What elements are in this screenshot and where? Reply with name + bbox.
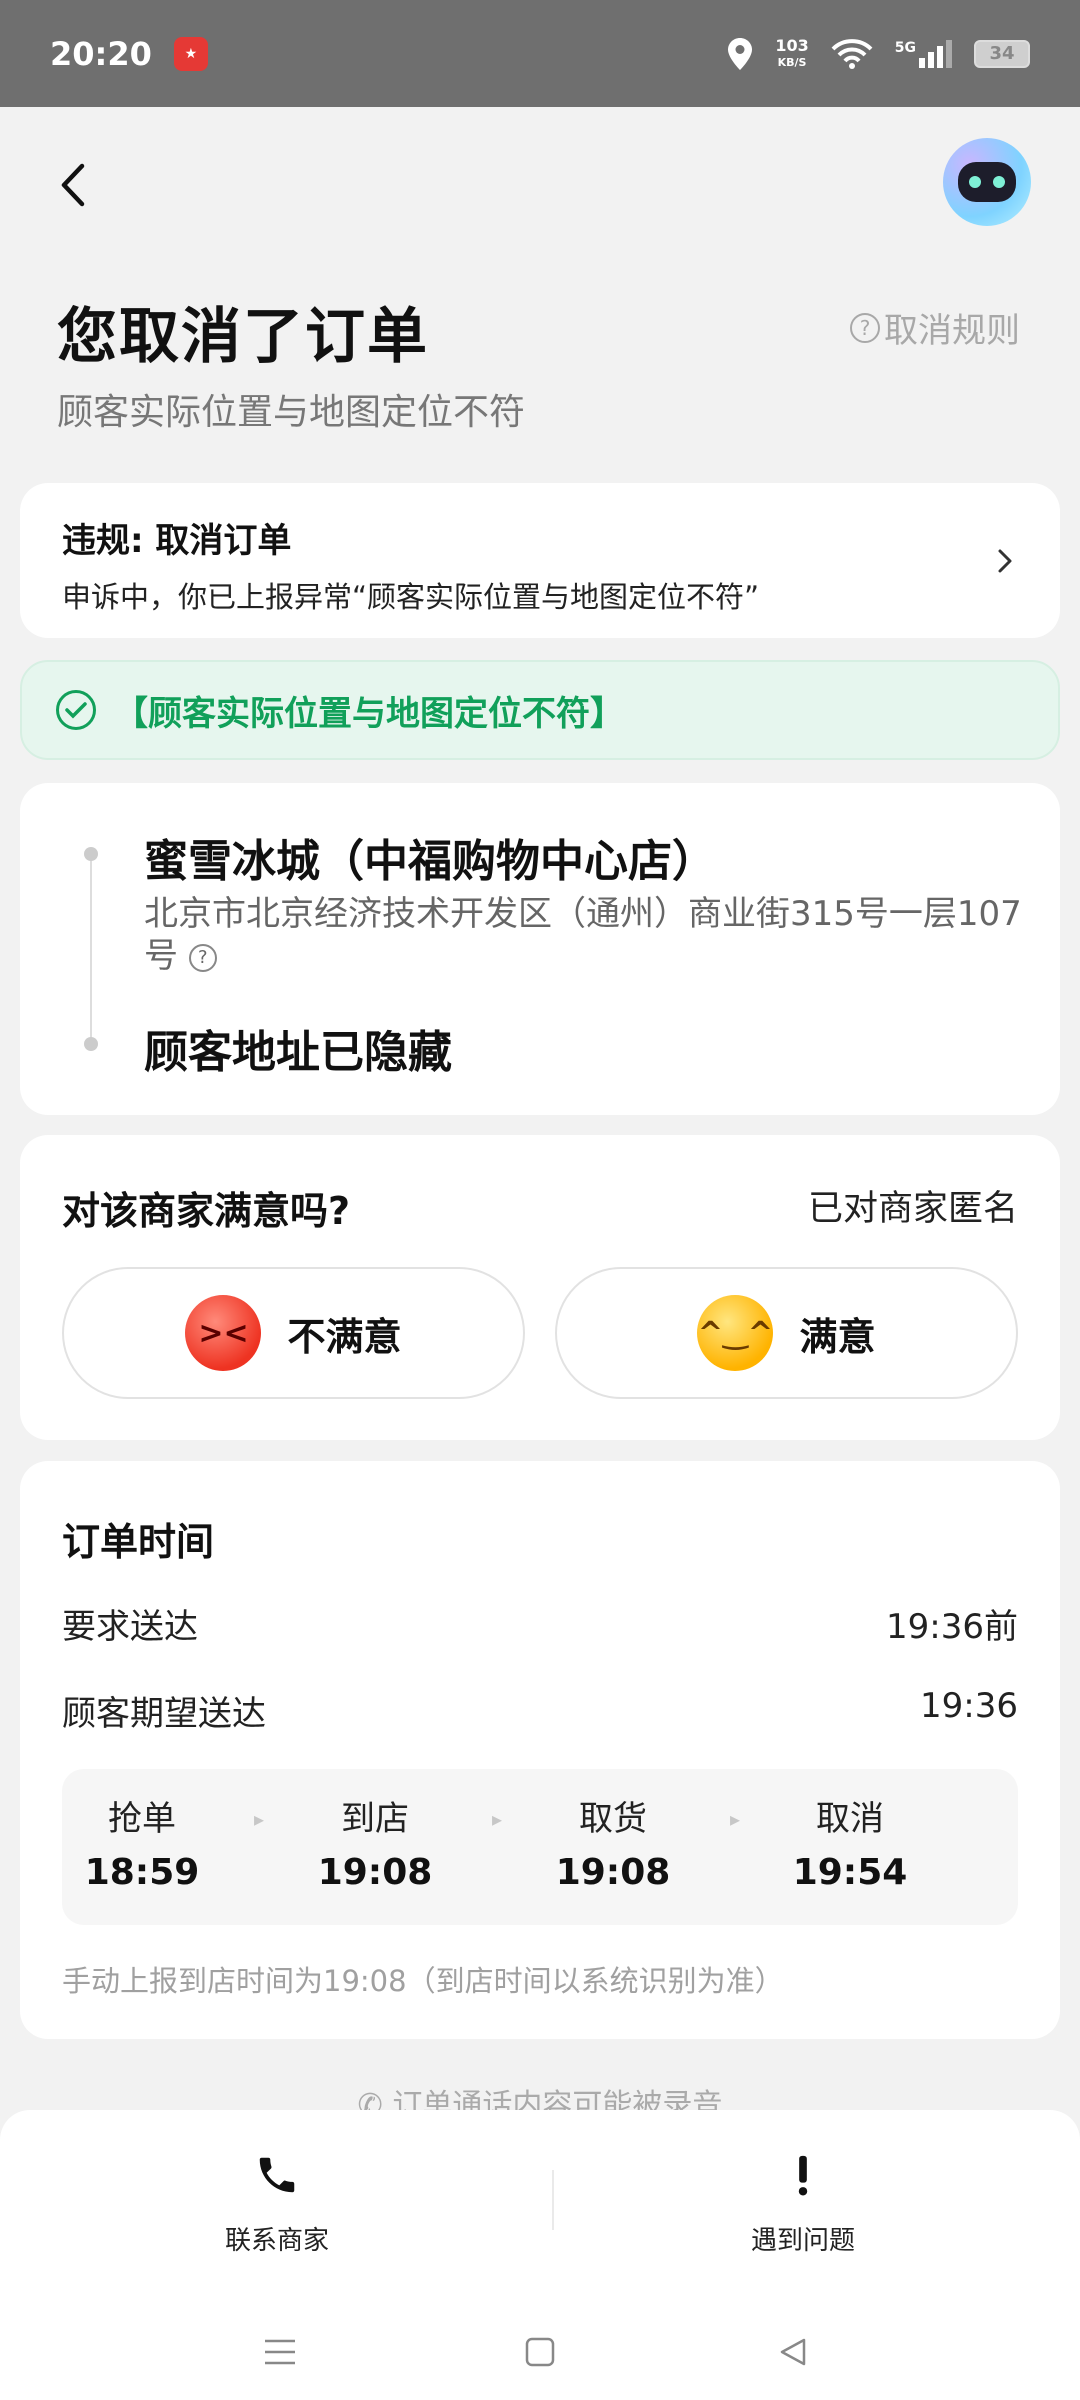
step-arrow-icon: ▸: [730, 1807, 741, 1831]
step-arrive: 到店 19:08: [295, 1791, 455, 1893]
store-address-block: 北京市北京经济技术开发区（通州）商业街315号一层107号 ?: [144, 893, 1024, 977]
bottom-action-bar: 联系商家 遇到问题: [0, 2110, 1080, 2400]
battery-level: 34: [989, 43, 1015, 64]
step-label: 取货: [579, 1799, 647, 1839]
anonymous-label: 已对商家匿名: [807, 1189, 1018, 1229]
menu-nav-button[interactable]: [250, 2322, 310, 2382]
happy-face-icon: ^‿^: [697, 1295, 774, 1371]
customer-address: 顾客地址已隐藏: [144, 1027, 452, 1078]
step-time: 19:54: [792, 1852, 908, 1893]
violation-description: 申诉中，你已上报异常“顾客实际位置与地图定位不符”: [62, 580, 760, 614]
network-speed: 103 KB/S: [775, 37, 808, 71]
signal-icon: 5G: [894, 39, 952, 68]
manual-report-note: 手动上报到店时间为19:08（到店时间以系统识别为准）: [62, 1964, 784, 1998]
store-address: 北京市北京经济技术开发区（通州）商业街315号一层107号: [144, 894, 1022, 976]
step-time: 19:08: [317, 1852, 433, 1893]
address-card: 蜜雪冰城（中福购物中心店） 北京市北京经济技术开发区（通州）商业街315号一层1…: [20, 783, 1060, 1115]
back-nav-button[interactable]: [763, 2322, 823, 2382]
question-icon: ?: [850, 312, 880, 343]
wifi-icon: [831, 38, 873, 69]
angry-face-icon: ><: [185, 1295, 262, 1371]
back-triangle-icon: [780, 2338, 806, 2366]
store-name: 蜜雪冰城（中福购物中心店）: [144, 836, 716, 887]
divider: [552, 2170, 554, 2230]
step-label: 抢单: [108, 1799, 176, 1839]
cancel-rule-link[interactable]: ? 取消规则: [850, 303, 1020, 352]
required-delivery-row: 要求送达 19:36前: [62, 1599, 1018, 1648]
expected-label: 顾客期望送达: [62, 1694, 266, 1734]
network-speed-unit: KB/S: [777, 55, 807, 69]
robot-icon: [958, 162, 1016, 202]
reason-banner: 【顾客实际位置与地图定位不符】: [20, 660, 1060, 760]
required-label: 要求送达: [62, 1607, 198, 1647]
location-icon: [728, 37, 753, 70]
store-dot: [84, 847, 98, 861]
order-time-card: 订单时间 要求送达 19:36前 顾客期望送达 19:36 抢单 18:59 ▸…: [20, 1461, 1060, 2039]
violation-title: 违规: 取消订单: [62, 521, 292, 561]
exclamation-icon: [798, 2155, 808, 2196]
report-problem-button[interactable]: 遇到问题: [653, 2152, 953, 2257]
violation-card[interactable]: 违规: 取消订单 申诉中，你已上报异常“顾客实际位置与地图定位不符”: [20, 483, 1060, 638]
battery-icon: 34: [974, 39, 1030, 68]
system-nav-bar: [0, 2322, 1080, 2382]
help-icon[interactable]: ?: [188, 943, 217, 972]
back-button[interactable]: [50, 160, 100, 210]
expected-value: 19:36: [920, 1686, 1018, 1726]
menu-icon: [265, 2339, 295, 2365]
timeline-line: [90, 855, 92, 1045]
home-nav-button[interactable]: [510, 2322, 570, 2382]
step-pickup: 取货 19:08: [533, 1791, 693, 1893]
network-type: 5G: [894, 39, 916, 56]
assistant-avatar[interactable]: [943, 138, 1031, 226]
check-circle-icon: [56, 690, 96, 730]
reason-text: 【顾客实际位置与地图定位不符】: [114, 693, 624, 734]
dissatisfied-label: 不满意: [287, 1314, 402, 1359]
satisfaction-card: 对该商家满意吗? 已对商家匿名 >< 不满意 ^‿^ 满意: [20, 1135, 1060, 1440]
page-subtitle: 顾客实际位置与地图定位不符: [57, 392, 526, 433]
chevron-right-icon: [998, 549, 1012, 573]
dissatisfied-button[interactable]: >< 不满意: [62, 1267, 525, 1399]
step-grab: 抢单 18:59: [62, 1791, 222, 1893]
step-cancel: 取消 19:54: [770, 1791, 930, 1893]
status-bar: 20:20 ★ 103 KB/S 5G 34: [0, 0, 1080, 107]
order-progress: 抢单 18:59 ▸ 到店 19:08 ▸ 取货 19:08 ▸ 取消 19:5…: [62, 1769, 1018, 1925]
phone-icon: [259, 2157, 295, 2193]
step-arrow-icon: ▸: [492, 1807, 503, 1831]
report-problem-label: 遇到问题: [750, 2226, 855, 2256]
cancel-rule-label: 取消规则: [884, 311, 1020, 351]
home-square-icon: [525, 2337, 555, 2367]
step-arrow-icon: ▸: [254, 1807, 265, 1831]
app-notification-icon: ★: [173, 36, 208, 71]
page-title: 您取消了订单: [57, 302, 429, 372]
status-time: 20:20: [50, 34, 152, 73]
network-speed-value: 103: [775, 35, 809, 55]
step-time: 18:59: [84, 1852, 200, 1893]
step-label: 到店: [341, 1799, 409, 1839]
satisfied-button[interactable]: ^‿^ 满意: [555, 1267, 1018, 1399]
order-time-title: 订单时间: [62, 1520, 215, 1564]
step-time: 19:08: [555, 1852, 671, 1893]
contact-merchant-label: 联系商家: [224, 2226, 329, 2256]
satisfied-label: 满意: [799, 1314, 876, 1359]
expected-delivery-row: 顾客期望送达 19:36: [62, 1686, 1018, 1735]
customer-dot: [84, 1037, 98, 1051]
step-label: 取消: [816, 1799, 884, 1839]
required-value: 19:36前: [886, 1607, 1018, 1647]
contact-merchant-button[interactable]: 联系商家: [127, 2152, 427, 2257]
satisfaction-question: 对该商家满意吗?: [62, 1189, 351, 1233]
